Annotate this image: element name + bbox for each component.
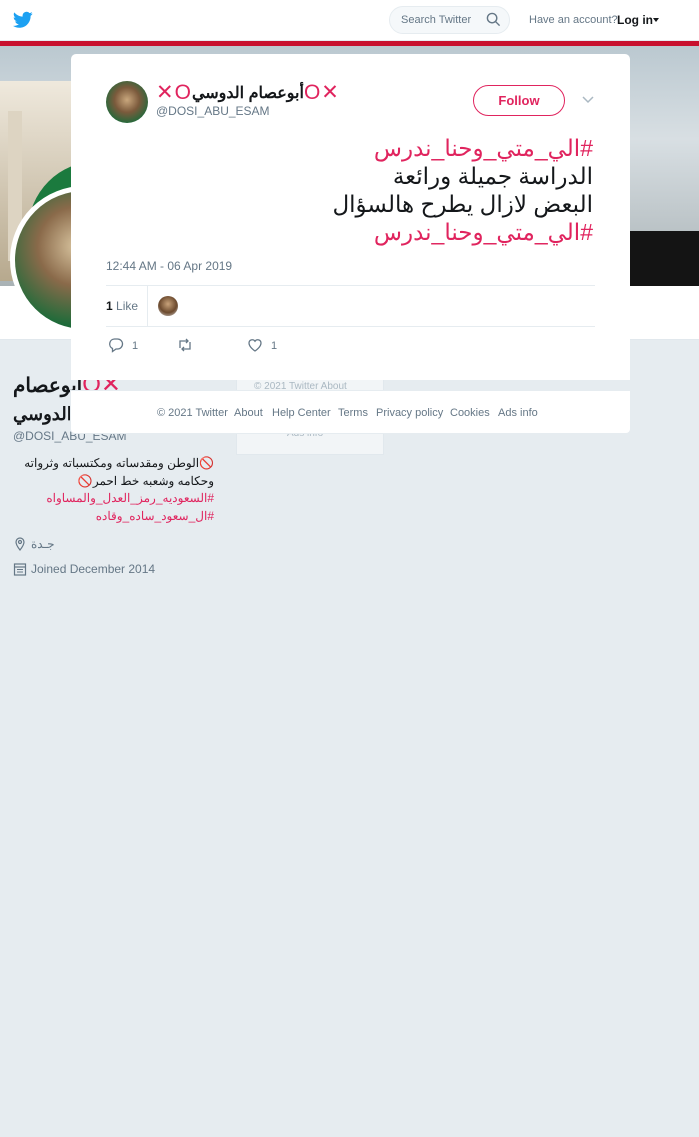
tweet-timestamp[interactable]: 12:44 AM - 06 Apr 2019 [106, 259, 232, 273]
liker-avatar[interactable] [158, 296, 178, 316]
footer-link-about[interactable]: About [234, 407, 263, 419]
footer-link-ads[interactable]: Ads info [498, 407, 538, 419]
modal-footer-links: © 2021 Twitter About Help Center Terms P… [70, 390, 631, 434]
reply-icon [109, 338, 124, 353]
tweet-line: الدراسة جميلة ورائعة [392, 163, 593, 189]
tweet-hashtag[interactable]: #الي_متي_وحنا_ندرس [106, 134, 593, 162]
like-count: 1 [271, 340, 278, 352]
divider [106, 326, 595, 327]
tweet-hashtag[interactable]: #الي_متي_وحنا_ندرس [106, 218, 593, 246]
retweet-icon [179, 338, 191, 352]
divider [106, 285, 595, 286]
footer-link-help[interactable]: Help Center [272, 407, 331, 419]
likes-count: 1 [106, 299, 113, 313]
author-name[interactable]: ✕Oأبوعصام الدوسيO✕ [156, 80, 340, 104]
heart-icon [248, 339, 262, 352]
author-handle[interactable]: @DOSI_ABU_ESAM [156, 104, 270, 118]
reply-button[interactable]: 1 [108, 337, 138, 353]
xo-decoration: ✕O [156, 81, 192, 104]
footer-link-cookies[interactable]: Cookies [450, 407, 490, 419]
reply-count: 1 [132, 340, 139, 352]
xo-decoration: O✕ [303, 81, 340, 104]
close-icon[interactable] [659, 10, 681, 32]
tweet-modal: ✕Oأبوعصام الدوسيO✕ @DOSI_ABU_ESAM Follow… [71, 54, 630, 380]
author-avatar[interactable] [106, 81, 148, 123]
footer-link-terms[interactable]: Terms [338, 407, 368, 419]
follow-button[interactable]: Follow [473, 85, 565, 116]
tweet-text: #الي_متي_وحنا_ندرس الدراسة جميلة ورائعة … [106, 134, 593, 246]
divider [147, 286, 148, 326]
footer-copyright: © 2021 Twitter [157, 407, 228, 419]
likes-label: Like [116, 299, 139, 313]
footer-link-privacy[interactable]: Privacy policy [376, 407, 443, 419]
likes-summary[interactable]: 1 Like [106, 299, 138, 313]
retweet-button[interactable] [177, 337, 201, 353]
like-button[interactable]: 1 [247, 337, 277, 353]
tweet-line: البعض لازال يطرح هالسؤال [332, 191, 593, 217]
chevron-down-icon[interactable] [582, 96, 594, 104]
author-name-text: أبوعصام الدوسي [191, 85, 304, 102]
